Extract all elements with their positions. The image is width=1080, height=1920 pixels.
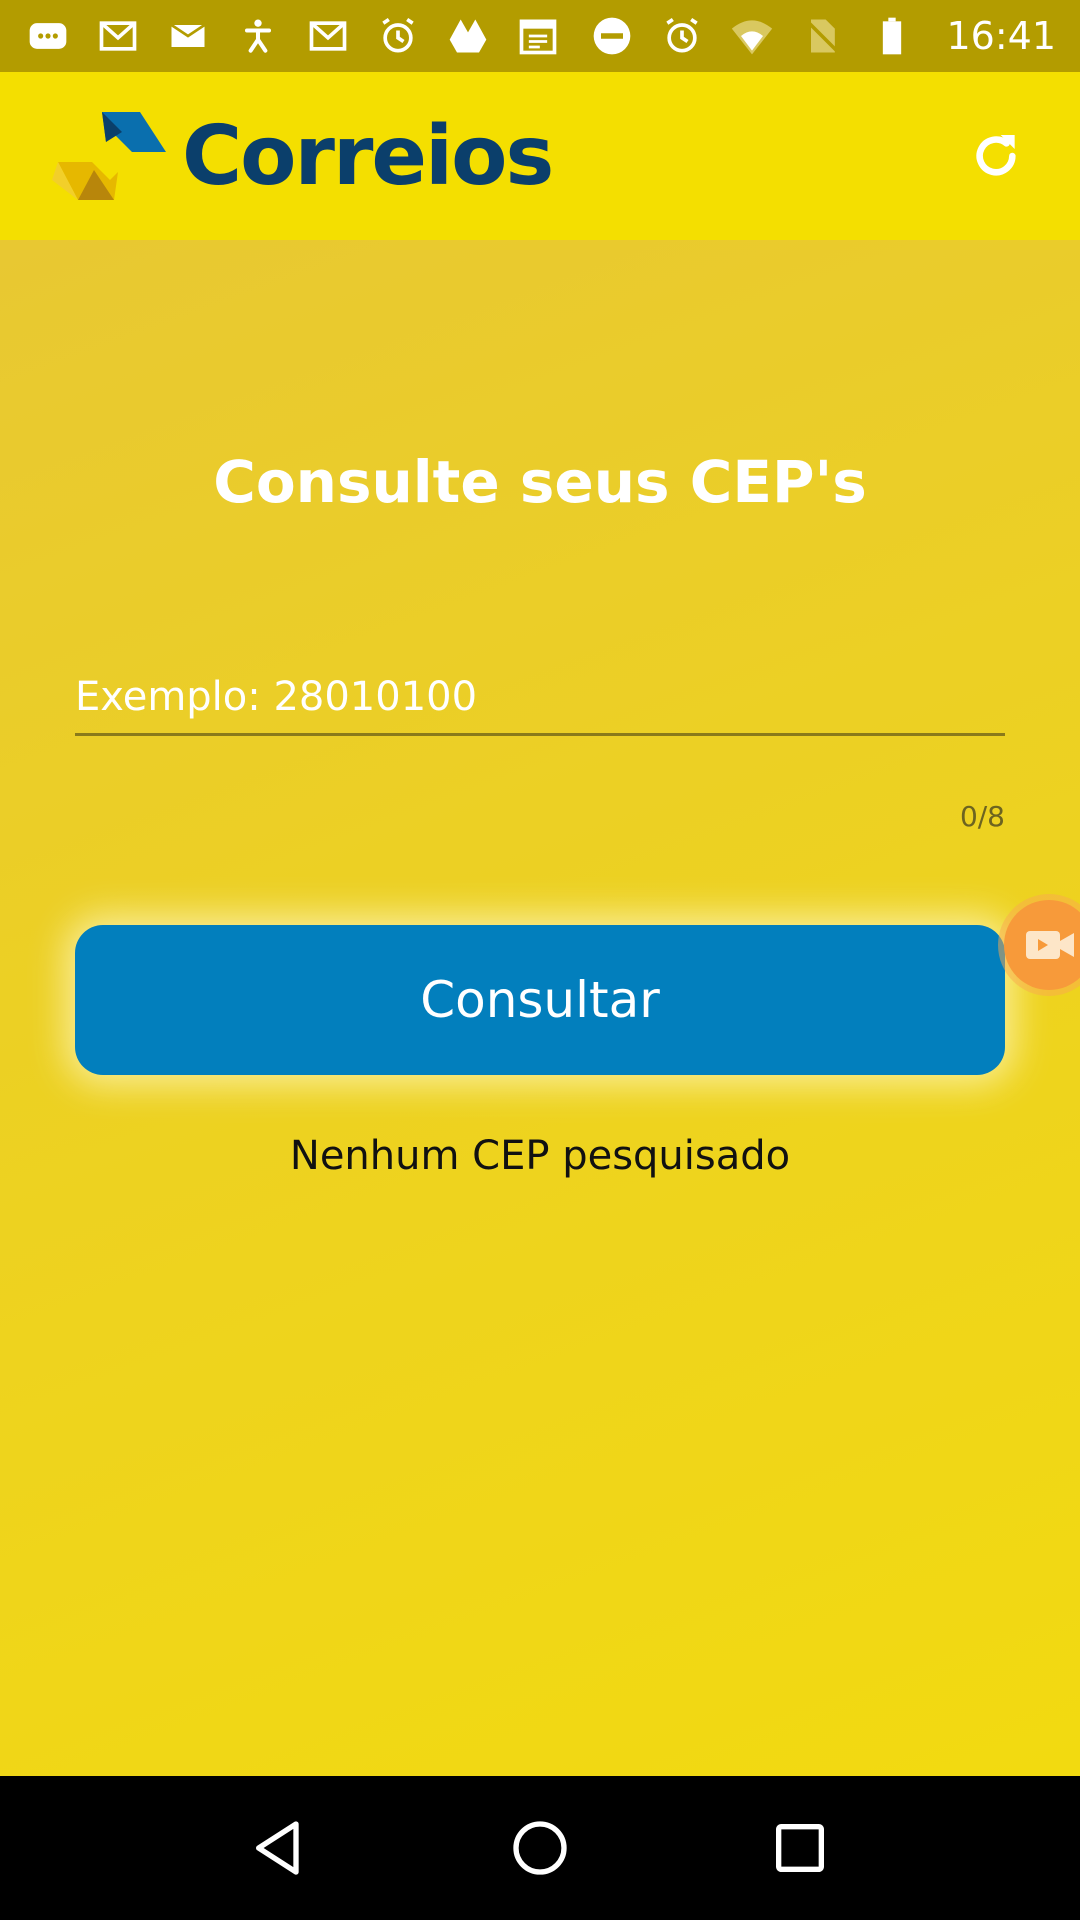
video-camera-icon <box>1026 931 1074 959</box>
status-time: 16:41 <box>946 14 1056 58</box>
refresh-icon <box>976 135 1016 176</box>
main-content: Consulte seus CEP's 0/8 Consultar Nenhum… <box>0 240 1080 1776</box>
recents-button[interactable] <box>750 1798 850 1898</box>
mail-icon <box>164 12 212 60</box>
correios-logo: Correios <box>48 108 554 204</box>
app-bar: Correios <box>0 72 1080 240</box>
chat-icon <box>24 12 72 60</box>
gmail-icon <box>304 12 352 60</box>
status-bar: 16:41 <box>0 0 1080 72</box>
wifi-icon <box>728 12 776 60</box>
back-button[interactable] <box>230 1798 330 1898</box>
no-sim-icon <box>798 12 846 60</box>
logo-text: Correios <box>182 108 554 204</box>
correios-logo-icon <box>52 112 166 200</box>
cep-input[interactable] <box>75 660 1005 736</box>
screen: 16:41 Correios Consulte seus CEP's 0/8 <box>0 0 1080 1920</box>
battery-icon <box>868 12 916 60</box>
notification-icons <box>24 12 562 60</box>
drive-icon <box>444 12 492 60</box>
consult-button[interactable]: Consultar <box>75 925 1005 1075</box>
floating-screen-recorder-button[interactable] <box>1004 900 1080 990</box>
refresh-button[interactable] <box>960 120 1032 192</box>
empty-results-message: Nenhum CEP pesquisado <box>289 1133 791 1179</box>
alarm-icon <box>374 12 422 60</box>
system-icons: 16:41 <box>588 12 1056 60</box>
character-counter: 0/8 <box>959 800 1005 833</box>
navigation-bar <box>0 1776 1080 1920</box>
calendar-icon <box>514 12 562 60</box>
home-icon <box>513 1821 567 1875</box>
alarm-icon <box>658 12 706 60</box>
home-button[interactable] <box>490 1798 590 1898</box>
back-icon <box>256 1821 299 1875</box>
accessibility-icon <box>234 12 282 60</box>
recents-icon <box>776 1824 824 1872</box>
gmail-icon <box>94 12 142 60</box>
do-not-disturb-icon <box>588 12 636 60</box>
page-title: Consulte seus CEP's <box>213 448 867 516</box>
